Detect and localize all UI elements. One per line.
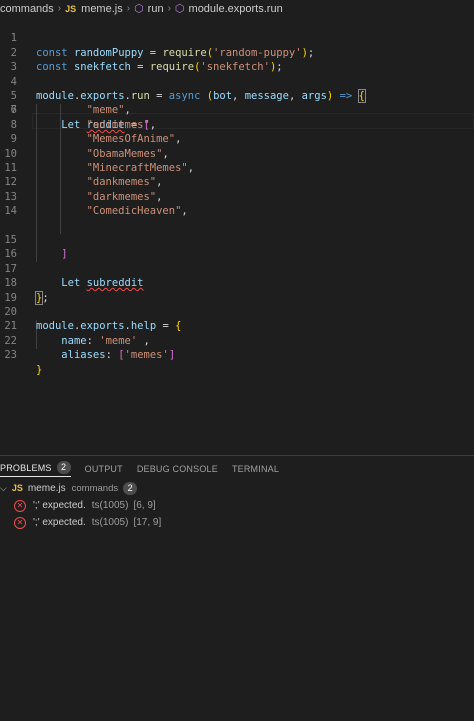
problems-file-group[interactable]: ⌵ JS meme.js commands 2	[0, 480, 138, 496]
breadcrumb-file[interactable]: JS meme.js	[65, 3, 123, 15]
code-line: 6 Let reddit = [	[0, 89, 474, 130]
chevron-down-icon: ⌵	[0, 482, 7, 493]
method-cube-icon: ⬡	[134, 3, 144, 15]
line-number: 12	[4, 176, 17, 189]
code-line: 7 "meme",	[0, 103, 474, 117]
problems-file-name: meme.js	[27, 482, 66, 494]
line-number: 23	[4, 349, 17, 362]
line-number: 7	[10, 104, 17, 117]
code-line: 18 };	[0, 262, 474, 305]
problem-location: [17, 9]	[133, 517, 162, 528]
tab-problems[interactable]: PROBLEMS 2	[0, 461, 71, 477]
code-line: 10 "ObamaMemes",	[0, 147, 474, 161]
problem-message: ';' expected.	[33, 500, 86, 511]
code-line: 5	[0, 75, 474, 102]
error-icon: ✕	[14, 499, 26, 512]
code-line: 22 aliases: ['memes']	[0, 319, 474, 361]
javascript-file-icon: JS	[11, 483, 23, 493]
code-line: 1 const randomPuppy = require('random-pu…	[0, 17, 474, 58]
code-line: 17 Let subreddit	[0, 247, 474, 289]
code-editor[interactable]: 1 const randomPuppy = require('random-pu…	[0, 17, 474, 455]
bottom-panel: PROBLEMS 2 OUTPUT DEBUG CONSOLE TERMINAL…	[0, 455, 474, 721]
code-line: 20 module.exports.help = {	[0, 291, 474, 332]
breadcrumb-symbol-module-exports-run[interactable]: ⬡ module.exports.run	[174, 2, 283, 16]
code-line: 13 "darkmemes",	[0, 190, 474, 204]
code-line: 9 "MemesOfAnime",	[0, 132, 474, 146]
code-line: 8 "animemes",	[0, 118, 474, 132]
code-line: 11 "MinecraftMemes",	[0, 161, 474, 175]
file-problem-count-badge: 2	[123, 481, 138, 495]
error-icon: ✕	[14, 516, 26, 529]
code-line: 21 name: 'meme' ,	[0, 305, 474, 346]
method-cube-icon: ⬡	[174, 3, 185, 15]
line-number: 11	[4, 162, 17, 174]
line-number: 13	[4, 190, 17, 203]
problem-item[interactable]: ✕ ';' expected. ts(1005) [17, 9]	[14, 514, 161, 531]
panel-tabs: PROBLEMS 2 OUTPUT DEBUG CONSOLE TERMINAL	[0, 458, 474, 480]
tab-output[interactable]: OUTPUT	[85, 464, 123, 474]
breadcrumb: commands › JS meme.js › ⬡ run › ⬡ module…	[0, 0, 474, 17]
problem-location: [6, 9]	[133, 500, 156, 511]
problem-message: ';' expected.	[33, 517, 86, 528]
code-line: 12 "dankmemes",	[0, 175, 474, 189]
problems-file-dir: commands	[71, 482, 119, 494]
problem-source: ts(1005)	[91, 500, 129, 511]
tab-terminal[interactable]: TERMINAL	[232, 464, 279, 474]
problem-item[interactable]: ✕ ';' expected. ts(1005) [6, 9]	[14, 497, 156, 514]
javascript-file-icon: JS	[65, 3, 77, 14]
line-number: 8	[10, 118, 17, 131]
line-number: 10	[4, 147, 17, 160]
line-number: 14	[4, 205, 17, 218]
code-line: 23 }	[0, 334, 474, 375]
code-line: 15 ]	[0, 219, 474, 260]
code-line: 3	[0, 46, 474, 73]
code-line: 2 const snekfetch = require('snekfetch')…	[0, 31, 474, 73]
code-line: 4 module.exports.run = async (bot, messa…	[0, 60, 474, 103]
tab-debug-console[interactable]: DEBUG CONSOLE	[137, 464, 218, 474]
line-number: 9	[10, 133, 17, 146]
chevron-right-icon: ›	[126, 3, 131, 14]
code-line: 19	[0, 276, 474, 304]
problems-count-badge: 2	[56, 461, 71, 474]
code-line: 16	[0, 233, 474, 260]
breadcrumb-symbol-run[interactable]: ⬡ run	[134, 2, 164, 16]
problem-source: ts(1005)	[91, 517, 129, 528]
code-line: 14 "ComedicHeaven",	[0, 204, 474, 218]
chevron-right-icon: ›	[167, 3, 171, 14]
breadcrumb-folder[interactable]: commands	[0, 3, 54, 15]
chevron-right-icon: ›	[57, 3, 62, 14]
